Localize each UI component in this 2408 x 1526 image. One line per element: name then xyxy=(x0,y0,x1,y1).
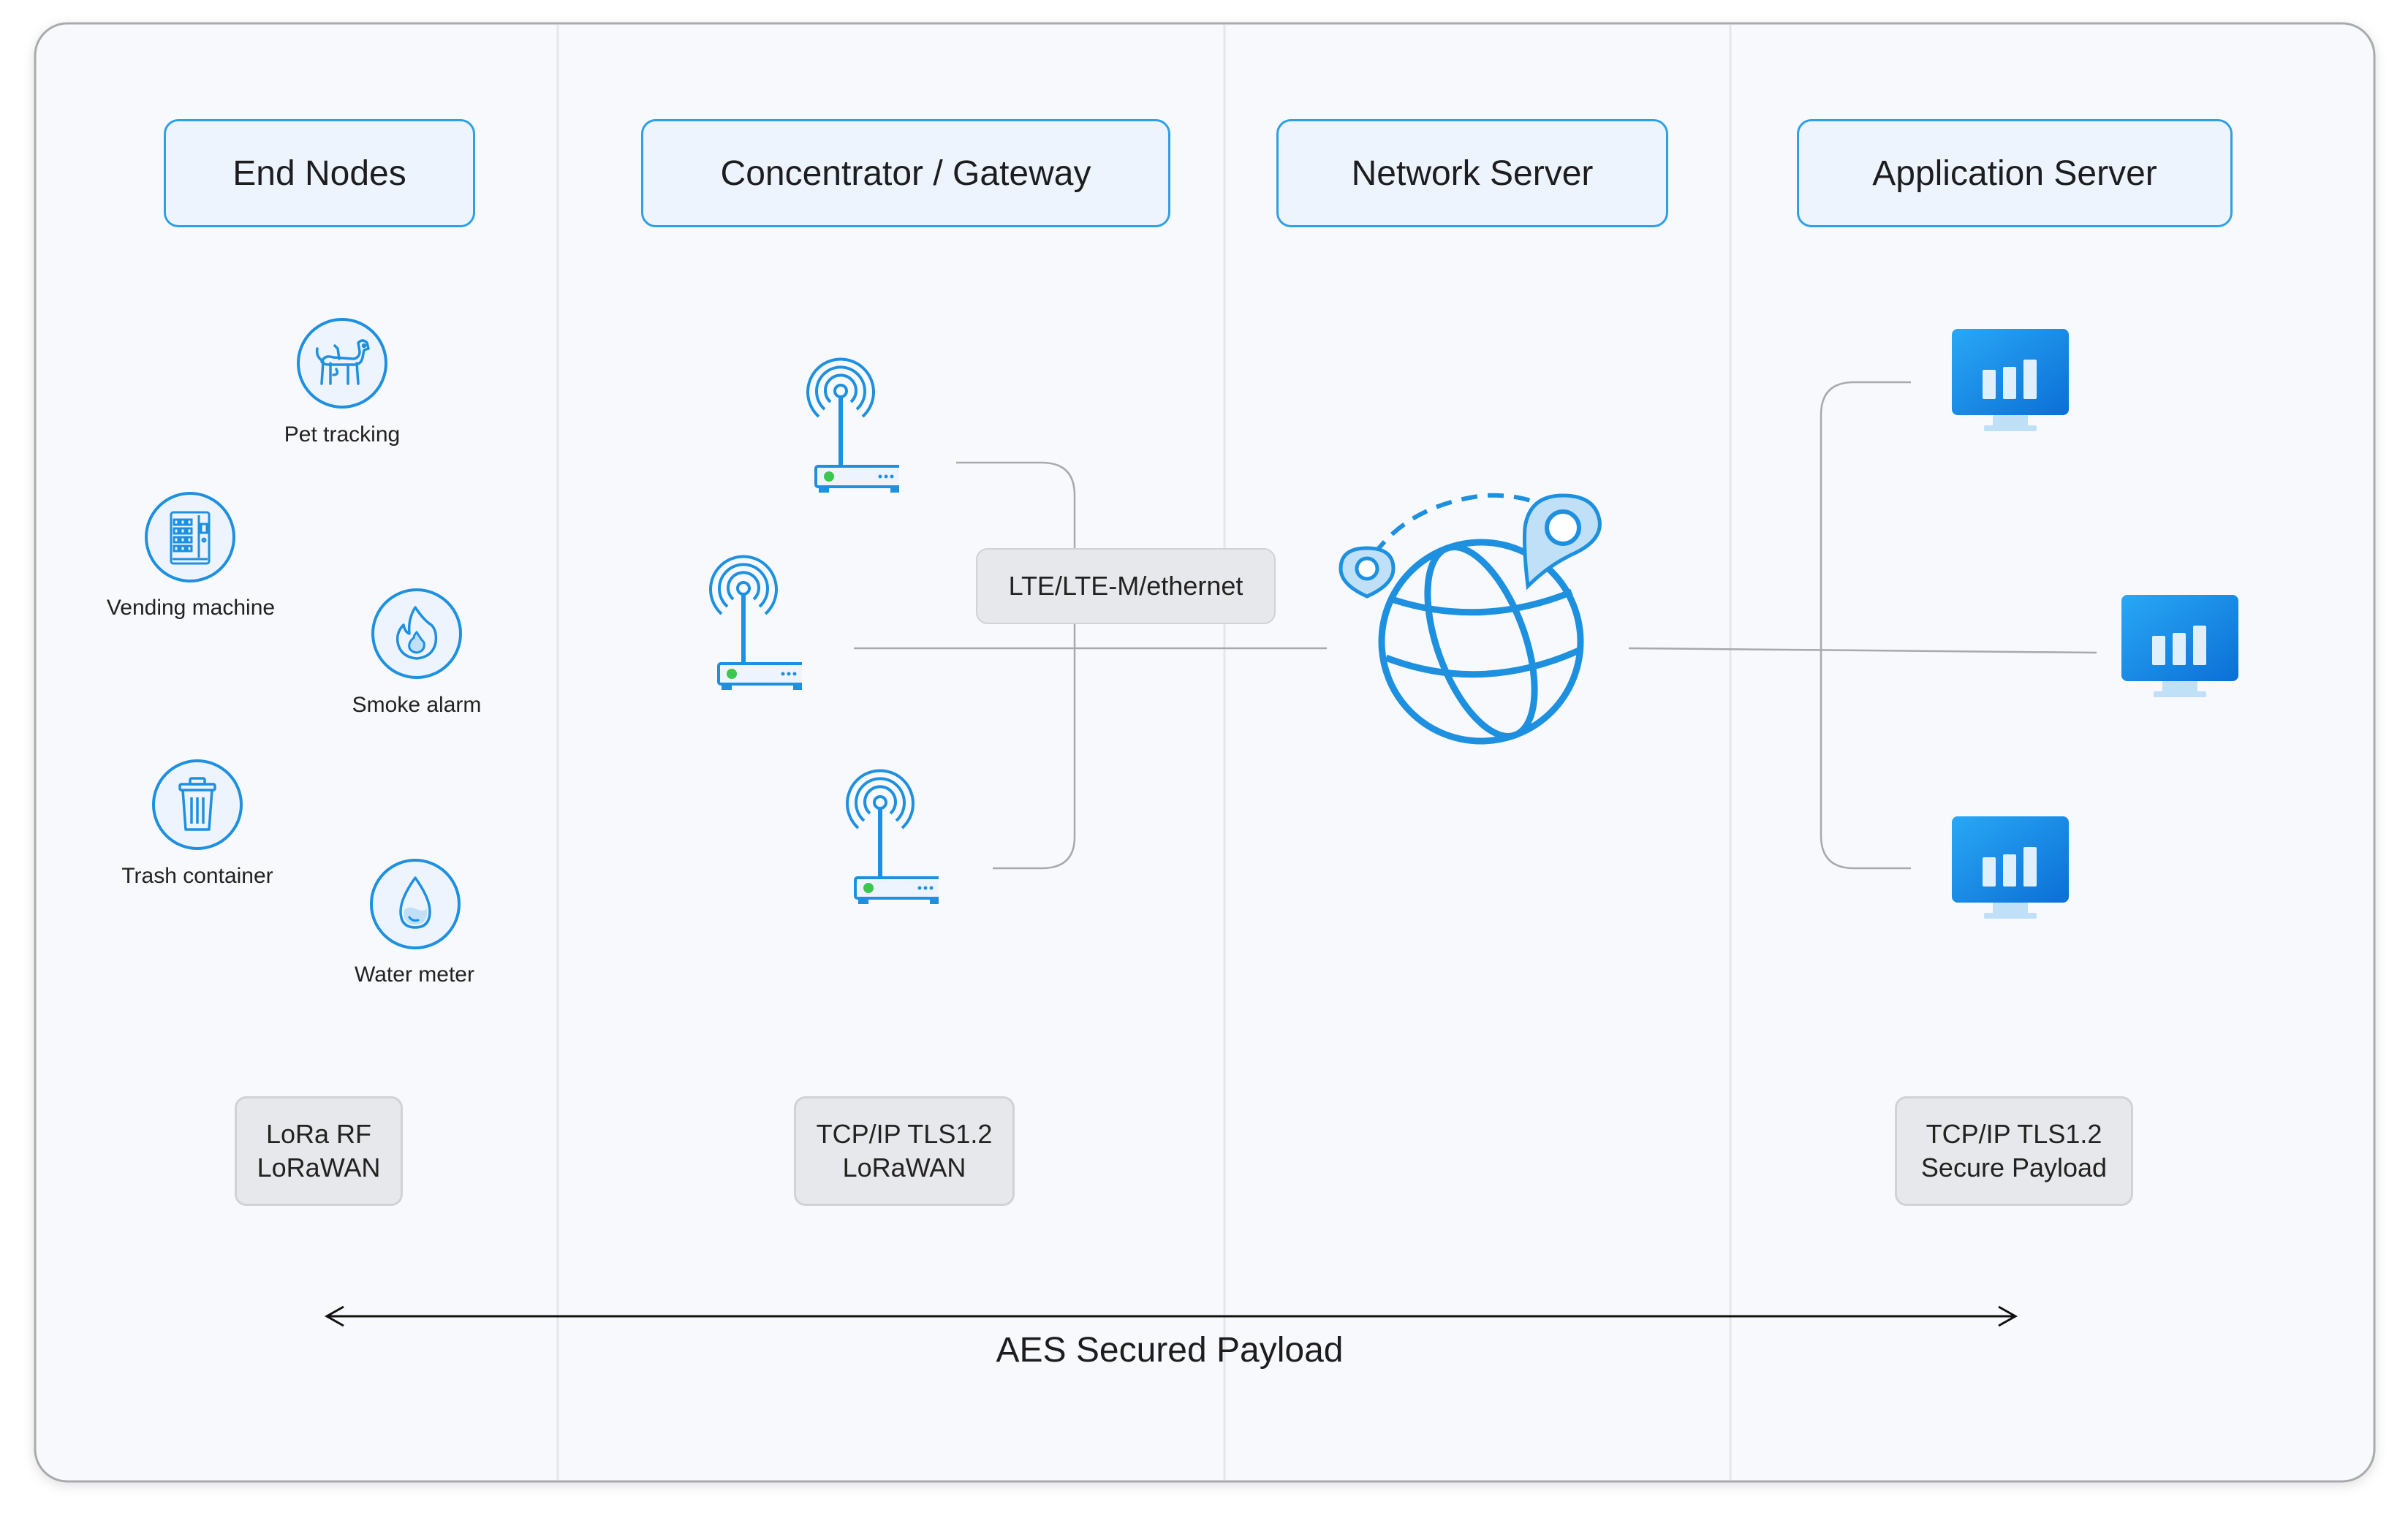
monitor-chart-icon xyxy=(1952,329,2069,431)
protocol-box-application: TCP/IP TLS1.2 Secure Payload xyxy=(1895,1096,2133,1206)
water-drop-icon xyxy=(370,859,461,949)
protocol-box-gateway: TCP/IP TLS1.2 LoRaWAN xyxy=(794,1096,1015,1206)
end-node-label: Smoke alarm xyxy=(352,693,482,717)
end-node-label: Vending machine xyxy=(106,596,276,620)
column-header-label: End Nodes xyxy=(232,153,406,193)
globe-icon xyxy=(1339,493,1602,745)
flame-icon xyxy=(371,588,462,679)
protocol-line: LoRa RF xyxy=(265,1119,372,1149)
gateway-antenna-icon xyxy=(709,555,802,690)
column-header-end-nodes: End Nodes xyxy=(164,119,475,227)
lorawan-architecture-diagram: End Nodes Concentrator / Gateway Network… xyxy=(0,0,2408,1526)
vending-machine-icon xyxy=(145,492,235,582)
protocol-line: LoRaWAN xyxy=(842,1153,966,1183)
protocol-line: Secure Payload xyxy=(1920,1153,2108,1183)
diagram-panel xyxy=(34,22,2376,1483)
column-header-label: Application Server xyxy=(1872,153,2157,193)
backhaul-label-box: LTE/LTE-M/ethernet xyxy=(976,548,1276,624)
trash-icon xyxy=(152,759,243,850)
column-header-application-server: Application Server xyxy=(1797,119,2233,227)
end-node-label: Pet tracking xyxy=(284,422,401,447)
protocol-box-end-nodes: LoRa RF LoRaWAN xyxy=(235,1096,403,1206)
monitor-chart-icon xyxy=(1952,816,2069,919)
protocol-line: TCP/IP TLS1.2 xyxy=(816,1119,993,1149)
gateway-antenna-icon xyxy=(846,769,939,904)
protocol-line: LoRaWAN xyxy=(257,1153,381,1183)
gateway-antenna-icon xyxy=(806,357,899,493)
column-header-network-server: Network Server xyxy=(1276,119,1668,227)
monitor-chart-icon xyxy=(2121,595,2238,697)
location-pin-icon xyxy=(1339,546,1396,599)
column-header-gateway: Concentrator / Gateway xyxy=(641,119,1170,227)
column-header-label: Network Server xyxy=(1351,153,1594,193)
end-node-label: Trash container xyxy=(121,864,273,888)
dog-icon xyxy=(297,318,387,409)
backhaul-label: LTE/LTE-M/ethernet xyxy=(1008,571,1243,601)
column-header-label: Concentrator / Gateway xyxy=(720,153,1091,193)
end-node-label: Water meter xyxy=(355,963,474,987)
protocol-line: TCP/IP TLS1.2 xyxy=(1926,1119,2102,1149)
aes-payload-caption: AES Secured Payload xyxy=(996,1331,1344,1370)
location-pin-icon xyxy=(1523,493,1602,591)
